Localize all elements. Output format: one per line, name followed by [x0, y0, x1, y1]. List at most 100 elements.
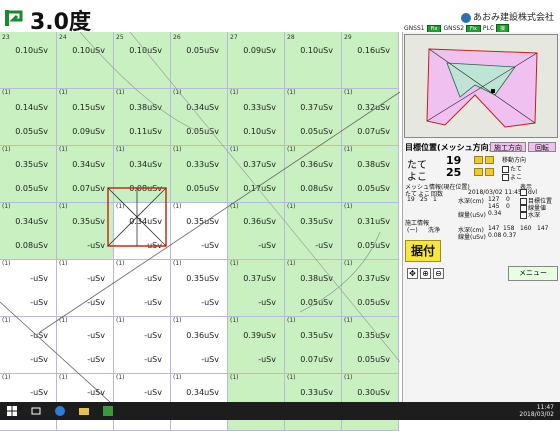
pan-tool-icon[interactable]: ✥ [407, 268, 418, 279]
cell-marker: (1) [59, 374, 68, 381]
mesh-cell[interactable]: (1) 0.37uSv 0.17uSv [228, 146, 285, 203]
work-depth-val-2: 158 [503, 225, 515, 232]
cell-marker: (1) [344, 203, 353, 210]
mesh-cell[interactable]: (1) 0.35uSv -uSv [57, 203, 114, 260]
mesh-cell[interactable]: (1) 0.15uSv 0.09uSv [57, 89, 114, 146]
cell-marker: (1) [59, 89, 68, 96]
cell-marker: (1) [116, 203, 125, 210]
dose-value-2: 0 [506, 203, 510, 210]
construction-direction-button[interactable]: 施工方向 [490, 142, 526, 152]
cell-marker: (1) [287, 89, 296, 96]
display-dvl-checkbox[interactable] [520, 189, 527, 196]
mesh-grid[interactable]: 0.10uSv 0.10uSv 0.10uSv 0.05uSv 0.09uSv 0.10u… [0, 32, 400, 431]
mesh-cell[interactable]: (1) 0.39uSv -uSv [228, 317, 285, 374]
move-yoko-checkbox[interactable] [502, 174, 509, 181]
overview-map[interactable] [404, 34, 558, 138]
cell-dose-value: 0.33uSv [300, 388, 333, 397]
mesh-cell[interactable]: (1) 0.35uSv 0.05uSv [0, 146, 57, 203]
yoko-value[interactable]: 25 [446, 166, 461, 179]
yoko-left-button[interactable] [474, 168, 483, 176]
mesh-cell[interactable]: (1) 0.34uSv 0.08uSv [114, 146, 171, 203]
cell-secondary-value: 0.11uSv [129, 127, 162, 136]
mesh-cell[interactable]: (1) 0.34uSv 0.08uSv [0, 203, 57, 260]
cell-marker: (1) [344, 317, 353, 324]
cell-marker: (1) [173, 89, 182, 96]
cell-dose-value: 0.35uSv [186, 274, 219, 283]
cell-dose-value: -uSv [87, 388, 105, 397]
mesh-cell[interactable]: (1) -uSv -uSv [0, 260, 57, 317]
mesh-cell[interactable]: (1) 0.37uSv 0.05uSv [285, 89, 342, 146]
display-depth-checkbox[interactable] [520, 212, 527, 219]
app-taskbar-icon[interactable] [102, 405, 114, 417]
mesh-cell[interactable]: (1) 0.35uSv -uSv [285, 203, 342, 260]
install-button[interactable]: 据付 [405, 240, 441, 262]
mesh-cell[interactable]: (1) 0.34uSv 0.05uSv [171, 89, 228, 146]
mesh-cell[interactable]: (1) 0.14uSv 0.05uSv [0, 89, 57, 146]
mesh-cell[interactable]: (1) 0.35uSv 0.07uSv [285, 317, 342, 374]
windows-start-icon[interactable] [6, 405, 18, 417]
mesh-cell[interactable]: (1) 0.35uSv -uSv [171, 203, 228, 260]
work-dose-val-1: 0.08 [488, 232, 502, 239]
tate-down-button[interactable] [485, 156, 494, 164]
cell-secondary-value: 0.05uSv [357, 241, 390, 250]
cell-secondary-value: -uSv [201, 298, 219, 307]
mesh-cell[interactable]: (1) 0.38uSv 0.05uSv [342, 146, 399, 203]
plc-label: PLC [482, 25, 495, 32]
cell-dose-value: 0.10uSv [15, 46, 48, 55]
mesh-date: 2018/03/02 11:45 [468, 189, 522, 196]
rotate-button[interactable]: 回転 [528, 142, 556, 152]
water-depth-label: 水深(cm) [458, 198, 484, 205]
cell-dose-value: 0.34uSv [186, 388, 219, 397]
cell-dose-value: -uSv [30, 388, 48, 397]
work-depth-val-1: 147 [488, 225, 500, 232]
column-header: 29 [344, 34, 352, 41]
cell-dose-value: 0.32uSv [357, 103, 390, 112]
mesh-cell[interactable]: (1) 0.36uSv -uSv [171, 317, 228, 374]
menu-button[interactable]: メニュー [508, 266, 558, 281]
tate-up-button[interactable] [474, 156, 483, 164]
water-depth-value-2: 145 [488, 203, 500, 210]
work-depth-val-4: 147 [537, 225, 549, 232]
mesh-cell[interactable]: (1) 0.36uSv -uSv [228, 203, 285, 260]
mesh-cell[interactable]: (1) 0.32uSv 0.07uSv [342, 89, 399, 146]
mesh-cell[interactable]: (1) 0.38uSv 0.11uSv [114, 89, 171, 146]
company-name: あおみ建設株式会社 [472, 13, 554, 23]
work-depth-val-3: 160 [520, 225, 532, 232]
mesh-cell[interactable]: (1) 0.34uSv 0.07uSv [57, 146, 114, 203]
mesh-cell[interactable]: (1) -uSv -uSv [114, 260, 171, 317]
file-explorer-icon[interactable] [78, 405, 90, 417]
edge-browser-icon[interactable] [54, 405, 66, 417]
mesh-cell[interactable]: (1) 0.36uSv 0.08uSv [285, 146, 342, 203]
cell-dose-value: 0.09uSv [243, 46, 276, 55]
yoko-right-button[interactable] [485, 168, 494, 176]
display-depth-option[interactable]: 水深 [520, 210, 540, 219]
cell-dose-value: 0.39uSv [243, 331, 276, 340]
cell-secondary-value: 0.05uSv [357, 298, 390, 307]
mesh-cell[interactable]: (1) 0.31uSv 0.05uSv [342, 203, 399, 260]
mesh-cell[interactable]: (1) 0.33uSv 0.05uSv [171, 146, 228, 203]
cell-dose-value: -uSv [144, 331, 162, 340]
mesh-yoko-value: 25 [420, 196, 428, 203]
mesh-cell[interactable]: (1) 0.35uSv -uSv [171, 260, 228, 317]
mesh-cell[interactable]: (1) 0.34uSv -uSv [114, 203, 171, 260]
mesh-cell[interactable]: (1) 0.38uSv 0.05uSv [285, 260, 342, 317]
move-yoko-option[interactable]: よこ [502, 172, 522, 181]
mesh-cell[interactable]: (1) -uSv -uSv [0, 317, 57, 374]
cell-marker: (1) [116, 146, 125, 153]
zoom-in-icon[interactable]: ⊕ [420, 268, 431, 279]
mesh-cell[interactable]: (1) -uSv -uSv [114, 317, 171, 374]
mesh-cell[interactable]: (1) -uSv -uSv [57, 260, 114, 317]
cell-dose-value: -uSv [87, 331, 105, 340]
mesh-cell[interactable]: (1) 0.35uSv 0.05uSv [342, 317, 399, 374]
column-header: 27 [230, 34, 238, 41]
display-dvl-option[interactable]: dvl [520, 189, 537, 196]
mesh-tate-value: 19 [407, 196, 415, 203]
mesh-cell[interactable]: (1) 0.37uSv -uSv [228, 260, 285, 317]
zoom-out-icon[interactable]: ⊖ [433, 268, 444, 279]
mesh-cell[interactable]: (1) 0.37uSv 0.05uSv [342, 260, 399, 317]
cell-marker: (1) [173, 203, 182, 210]
task-view-icon[interactable] [30, 405, 42, 417]
mesh-cell[interactable]: (1) 0.33uSv 0.10uSv [228, 89, 285, 146]
mesh-cell[interactable]: (1) -uSv -uSv [57, 317, 114, 374]
cell-marker: (1) [173, 260, 182, 267]
